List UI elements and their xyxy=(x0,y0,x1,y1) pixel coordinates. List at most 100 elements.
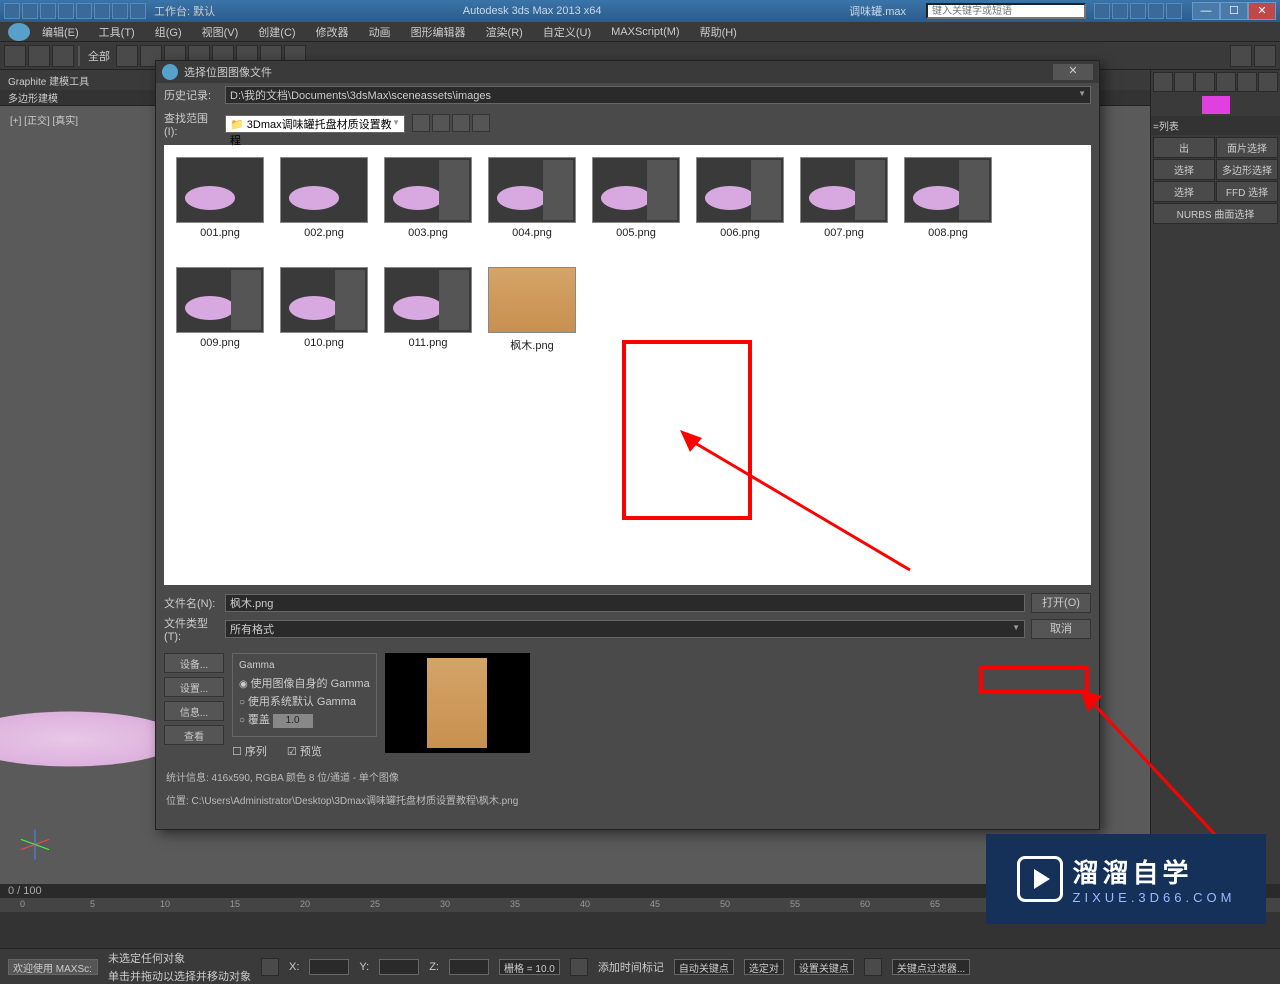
dialog-titlebar[interactable]: 选择位图图像文件 ✕ xyxy=(156,61,1099,83)
cmd-btn[interactable]: 面片选择 xyxy=(1216,137,1278,158)
file-name: 001.png xyxy=(176,227,264,239)
menu-grapheditor[interactable]: 图形编辑器 xyxy=(403,22,474,42)
help-search-input[interactable] xyxy=(926,3,1086,19)
close-button[interactable]: ✕ xyxy=(1248,2,1276,20)
play-icon xyxy=(1017,856,1063,902)
lookin-combo[interactable]: 📁 3Dmax调味罐托盘材质设置教程 xyxy=(225,115,405,133)
tool-btn[interactable] xyxy=(4,45,26,67)
thumbnail[interactable] xyxy=(904,157,992,223)
thumbnail[interactable] xyxy=(488,157,576,223)
viewport-label[interactable]: [+] [正交] [真实] xyxy=(10,112,78,127)
menu-edit[interactable]: 编辑(E) xyxy=(34,22,87,42)
file-item[interactable]: 009.png xyxy=(176,267,264,353)
command-tabs[interactable] xyxy=(1151,70,1280,94)
cmd-btn[interactable]: NURBS 曲面选择 xyxy=(1153,203,1278,224)
time-tag-icon[interactable] xyxy=(570,958,588,976)
minimize-button[interactable]: — xyxy=(1192,2,1220,20)
file-item[interactable]: 011.png xyxy=(384,267,472,353)
thumbnail[interactable] xyxy=(696,157,784,223)
coord-x[interactable] xyxy=(309,959,349,975)
file-item[interactable]: 001.png xyxy=(176,157,264,239)
lock-icon[interactable] xyxy=(261,958,279,976)
window-controls[interactable]: —☐✕ xyxy=(1192,2,1276,20)
nav-icons[interactable] xyxy=(411,114,491,135)
history-combo[interactable]: D:\我的文档\Documents\3dsMax\sceneassets\ima… xyxy=(225,86,1091,104)
filename-input[interactable] xyxy=(225,594,1025,612)
menu-maxscript[interactable]: MAXScript(M) xyxy=(603,24,687,40)
app-menu-icon[interactable] xyxy=(8,23,30,41)
thumbnail[interactable] xyxy=(800,157,888,223)
maximize-button[interactable]: ☐ xyxy=(1220,2,1248,20)
thumbnail[interactable] xyxy=(176,267,264,333)
scene-object-disc[interactable] xyxy=(0,712,180,767)
workspace-label[interactable]: 工作台: 默认 xyxy=(154,3,215,19)
cmd-btn[interactable]: FFD 选择 xyxy=(1216,181,1278,202)
view-button[interactable]: 查看 xyxy=(164,725,224,745)
preview-checkbox[interactable]: ☑ 预览 xyxy=(287,743,322,759)
thumbnail[interactable] xyxy=(280,267,368,333)
settings-button[interactable]: 设置... xyxy=(164,677,224,697)
thumbnail[interactable] xyxy=(384,157,472,223)
grid-label: 栅格 = 10.0 xyxy=(499,959,560,975)
sequence-checkbox[interactable]: ☐ 序列 xyxy=(232,743,267,759)
title-bar: 工作台: 默认 Autodesk 3ds Max 2013 x64 调味罐.ma… xyxy=(0,0,1280,22)
watermark-url: ZIXUE.3D66.COM xyxy=(1073,890,1236,905)
cmd-btn[interactable]: 出 xyxy=(1153,137,1215,158)
menu-view[interactable]: 视图(V) xyxy=(194,22,247,42)
cmd-btn[interactable]: 多边形选择 xyxy=(1216,159,1278,180)
tool-btn[interactable] xyxy=(116,45,138,67)
stats-line: 统计信息: 416x590, RGBA 颜色 8 位/通道 - 单个图像 xyxy=(156,765,1099,788)
setkey-button[interactable]: 设置关键点 xyxy=(794,959,854,975)
file-item[interactable]: 010.png xyxy=(280,267,368,353)
cmd-btn[interactable]: 选择 xyxy=(1153,181,1215,202)
thumbnail[interactable] xyxy=(384,267,472,333)
seldef[interactable]: 选定对 xyxy=(744,959,784,975)
keyfilter-button[interactable]: 关键点过滤器... xyxy=(892,959,970,975)
info-button[interactable]: 信息... xyxy=(164,701,224,721)
menu-render[interactable]: 渲染(R) xyxy=(478,22,531,42)
thumbnail[interactable] xyxy=(280,157,368,223)
thumbnail[interactable] xyxy=(488,267,576,333)
file-item[interactable]: 003.png xyxy=(384,157,472,239)
thumbnail[interactable] xyxy=(592,157,680,223)
color-swatch[interactable] xyxy=(1202,96,1230,114)
quick-access-toolbar[interactable] xyxy=(4,3,146,19)
cmd-btn[interactable]: 选择 xyxy=(1153,159,1215,180)
tool-btn[interactable] xyxy=(28,45,50,67)
file-item[interactable]: 004.png xyxy=(488,157,576,239)
gamma-override-radio[interactable]: ○ 覆盖 1.0 xyxy=(239,711,370,728)
file-list-area[interactable]: 001.png 002.png003.png004.png005.png006.p… xyxy=(164,145,1091,585)
command-panel: =列表 出 面片选择 选择 多边形选择 选择 FFD 选择 NURBS 曲面选择 xyxy=(1150,70,1280,884)
cancel-button[interactable]: 取消 xyxy=(1031,619,1091,639)
teapot-icon[interactable] xyxy=(1254,45,1276,67)
teapot-icon[interactable] xyxy=(1230,45,1252,67)
title-right-icons[interactable] xyxy=(1094,3,1182,19)
modifier-list[interactable]: =列表 xyxy=(1151,116,1280,135)
file-item[interactable]: 枫木.png xyxy=(488,267,576,353)
menu-help[interactable]: 帮助(H) xyxy=(692,22,745,42)
file-item[interactable]: 006.png xyxy=(696,157,784,239)
coord-z[interactable] xyxy=(449,959,489,975)
menu-modifiers[interactable]: 修改器 xyxy=(308,22,357,42)
gamma-own-radio[interactable]: ◉ 使用图像自身的 Gamma xyxy=(239,675,370,691)
menu-tools[interactable]: 工具(T) xyxy=(91,22,143,42)
menu-group[interactable]: 组(G) xyxy=(147,22,190,42)
tool-btn[interactable] xyxy=(52,45,74,67)
menu-animation[interactable]: 动画 xyxy=(361,22,399,42)
autokey-button[interactable]: 自动关键点 xyxy=(674,959,734,975)
gamma-sys-radio[interactable]: ○ 使用系统默认 Gamma xyxy=(239,693,370,709)
filetype-combo[interactable]: 所有格式 xyxy=(225,620,1025,638)
device-button[interactable]: 设备... xyxy=(164,653,224,673)
menu-create[interactable]: 创建(C) xyxy=(250,22,303,42)
menu-customize[interactable]: 自定义(U) xyxy=(535,22,599,42)
addtimemark[interactable]: 添加时间标记 xyxy=(598,959,664,975)
open-button[interactable]: 打开(O) xyxy=(1031,593,1091,613)
dialog-close-button[interactable]: ✕ xyxy=(1053,64,1093,80)
file-item[interactable]: 005.png xyxy=(592,157,680,239)
file-item[interactable]: 008.png xyxy=(904,157,992,239)
file-item[interactable]: 002.png xyxy=(280,157,368,239)
file-item[interactable]: 007.png xyxy=(800,157,888,239)
key-icon[interactable] xyxy=(864,958,882,976)
thumbnail[interactable] xyxy=(176,157,264,223)
coord-y[interactable] xyxy=(379,959,419,975)
